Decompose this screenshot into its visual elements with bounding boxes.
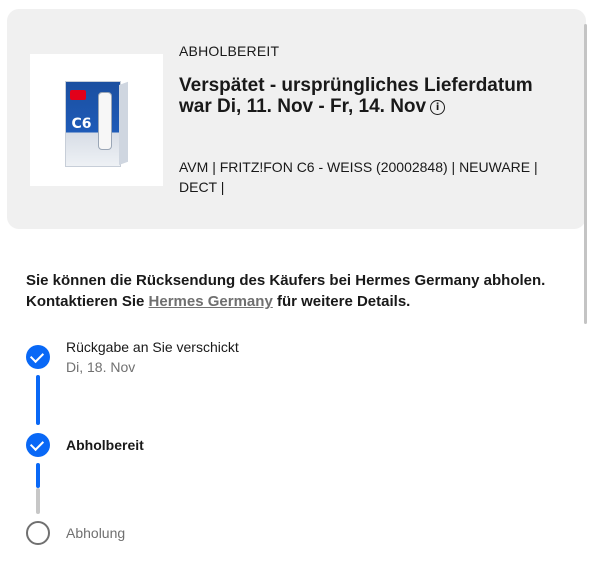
product-image: C6 — [64, 75, 129, 167]
scrollbar[interactable] — [584, 24, 587, 324]
order-card: C6 ABHOLBEREIT Verspätet - ursprüngliche… — [7, 9, 586, 229]
timeline-connector — [36, 375, 40, 425]
step-label-returned: Rückgabe an Sie verschickt — [66, 339, 239, 355]
delivery-title: Verspätet - ursprüngliches Lieferdatum w… — [179, 75, 559, 117]
brand-logo — [69, 90, 86, 100]
step-label-ready: Abholbereit — [66, 437, 144, 453]
notice-text-after: für weitere Details. — [272, 293, 411, 310]
step-complete-icon — [26, 433, 50, 457]
product-box-front: C6 — [64, 81, 121, 167]
info-icon[interactable]: i — [430, 100, 446, 115]
timeline-connector-progress — [36, 463, 40, 488]
step-complete-icon — [26, 345, 50, 369]
delivery-title-text: Verspätet - ursprüngliches Lieferdatum w… — [179, 75, 533, 117]
product-box-side — [118, 81, 128, 165]
hermes-germany-link[interactable]: Hermes Germany — [149, 293, 273, 310]
product-thumbnail[interactable]: C6 — [30, 54, 163, 186]
checkmark-icon — [29, 436, 45, 452]
product-model-text: C6 — [71, 116, 92, 132]
phone-illustration — [97, 92, 112, 150]
step-label-pickup: Abholung — [66, 525, 126, 541]
product-description[interactable]: AVM | FRITZ!FON C6 - WEISS (20002848) | … — [179, 157, 549, 197]
pickup-notice: Sie können die Rücksendung des Käufers b… — [26, 270, 566, 312]
return-details-page: C6 ABHOLBEREIT Verspätet - ursprüngliche… — [0, 0, 593, 567]
step-date-returned: Di, 18. Nov — [66, 359, 136, 375]
status-label: ABHOLBEREIT — [179, 43, 280, 59]
step-pending-icon — [26, 521, 50, 545]
timeline-connector-remaining — [36, 488, 40, 514]
checkmark-icon — [29, 348, 45, 364]
